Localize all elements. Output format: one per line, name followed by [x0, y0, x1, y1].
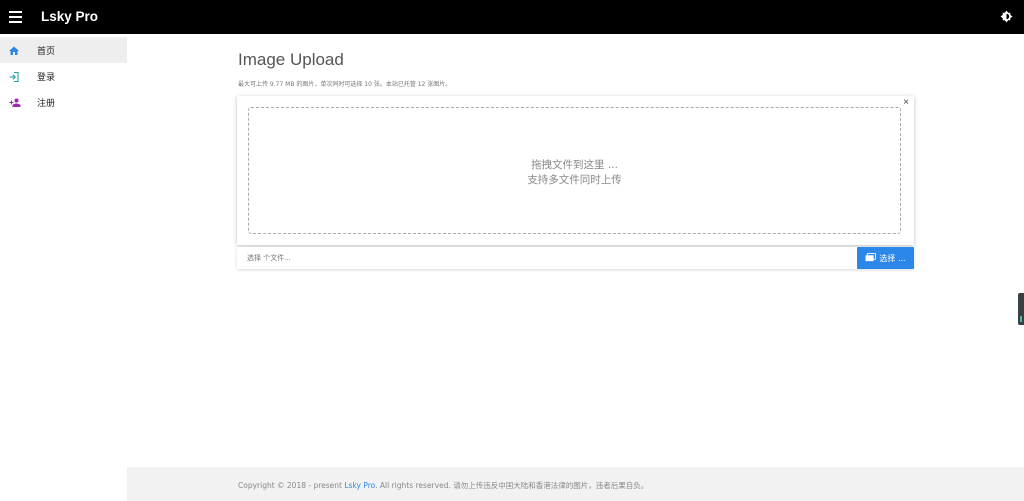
choose-file-label: 选择 ...: [879, 253, 906, 263]
side-scroll-handle[interactable]: [1018, 293, 1024, 325]
drop-zone-hint: 支持多文件同时上传: [527, 174, 622, 186]
file-picker-row: 选择 ...: [237, 247, 914, 269]
choose-file-button[interactable]: 选择 ...: [857, 247, 914, 269]
footer: Copyright © 2018 - present Lsky Pro. All…: [127, 467, 1024, 501]
main-content: Image Upload 最大可上传 9.77 MB 的图片，单次同时可选择 1…: [127, 34, 1024, 467]
user-plus-icon: [8, 96, 21, 108]
images-icon: [865, 252, 877, 264]
upload-limits-text: 最大可上传 9.77 MB 的图片，单次同时可选择 10 张。本站已托管 12 …: [238, 81, 452, 88]
sidebar: 首页 登录 注册: [0, 34, 127, 501]
menu-icon[interactable]: [9, 11, 22, 23]
sidebar-item-label: 注册: [37, 98, 56, 109]
drop-zone[interactable]: 拖拽文件到这里 ... 支持多文件同时上传: [248, 107, 901, 234]
sidebar-item-home[interactable]: 首页: [0, 37, 127, 63]
brand-title[interactable]: Lsky Pro: [41, 9, 98, 24]
sidebar-item-label: 首页: [37, 46, 56, 57]
lsky-pro-link[interactable]: Lsky Pro: [344, 481, 375, 490]
login-icon: [8, 70, 20, 82]
file-name-field[interactable]: [237, 247, 857, 269]
sidebar-item-label: 登录: [37, 72, 56, 83]
sidebar-item-register[interactable]: 注册: [0, 89, 127, 115]
copyright-text: Copyright © 2018 - present Lsky Pro. All…: [238, 481, 649, 490]
page-title: Image Upload: [238, 50, 344, 69]
upload-card: × 拖拽文件到这里 ... 支持多文件同时上传: [237, 96, 914, 245]
top-app-bar: Lsky Pro: [0, 0, 1024, 34]
sidebar-item-login[interactable]: 登录: [0, 63, 127, 89]
brightness-icon[interactable]: [1000, 10, 1013, 23]
close-icon[interactable]: ×: [903, 97, 909, 109]
home-icon: [8, 44, 20, 56]
drop-zone-text: 拖拽文件到这里 ...: [531, 159, 618, 171]
